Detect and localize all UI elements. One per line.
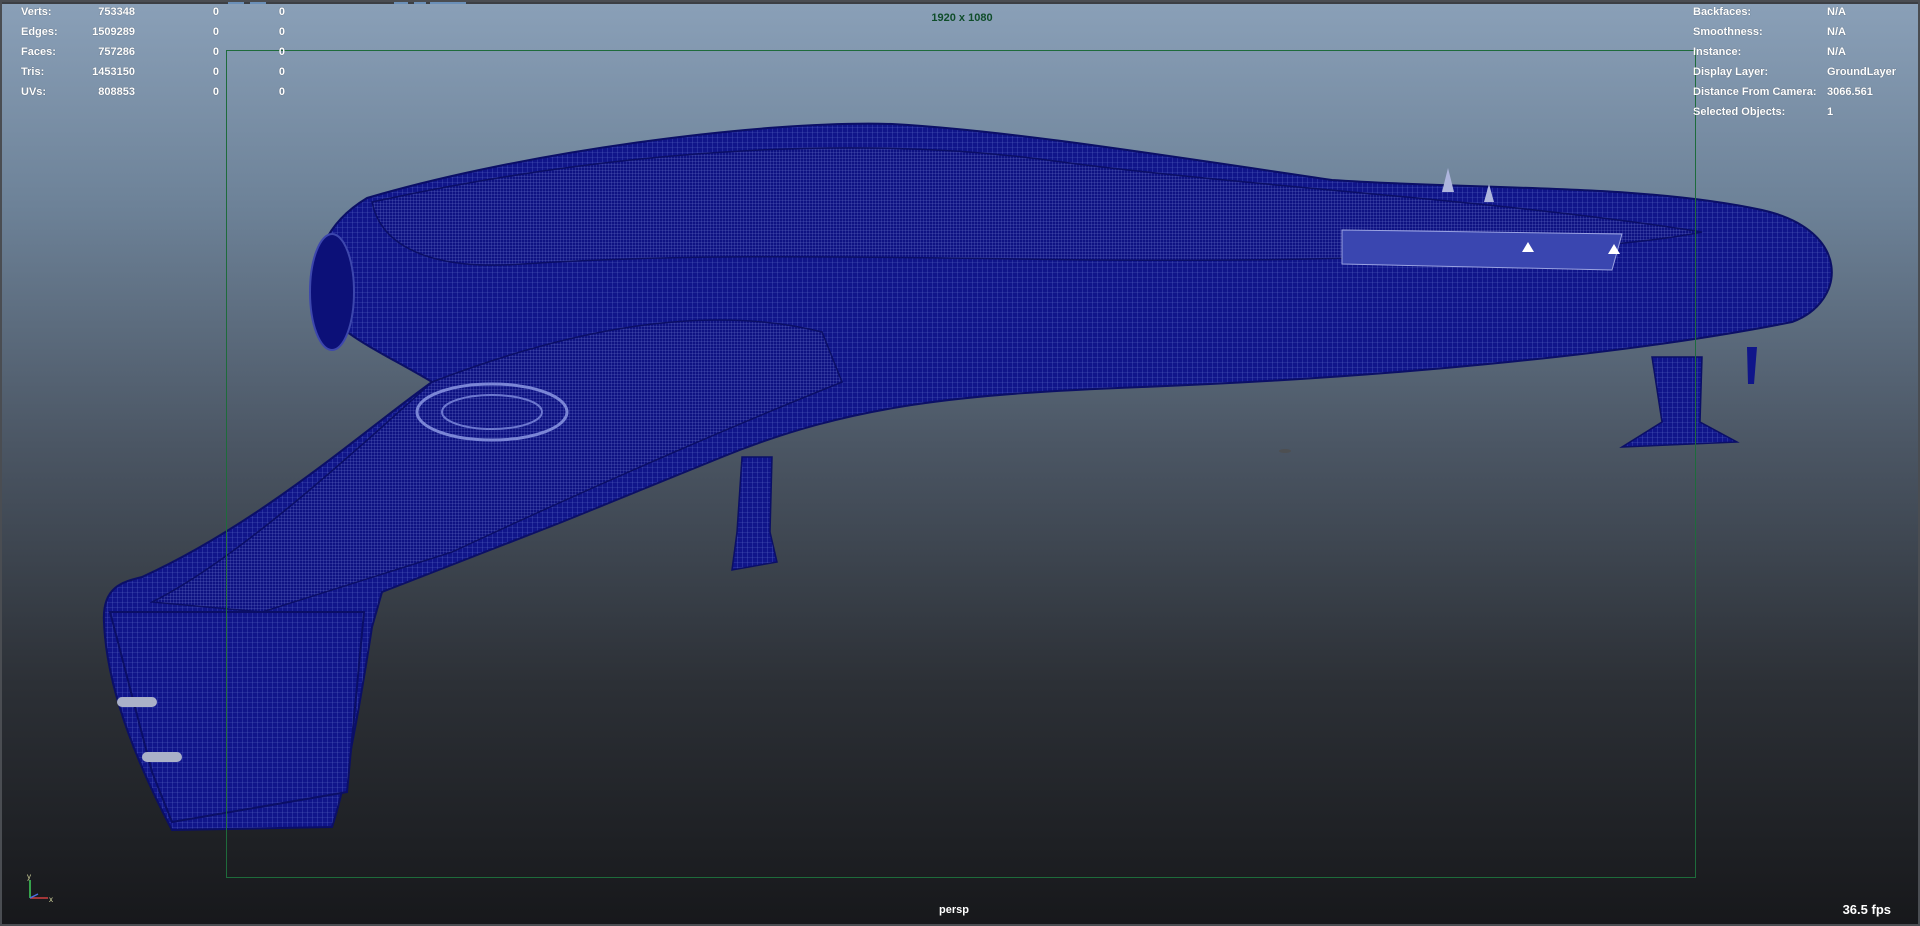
fps-counter: 36.5 fps xyxy=(1842,902,1891,917)
hud-selected: 0 xyxy=(212,46,219,58)
hud-value: 1 xyxy=(1827,106,1834,118)
hud-row-selected-objects: Selected Objects: 1 xyxy=(1693,102,1918,122)
hud-label: Instance: xyxy=(1693,46,1742,58)
hud-total: 808853 xyxy=(98,86,135,98)
hud-selected: 0 xyxy=(212,6,219,18)
hud-value: N/A xyxy=(1827,46,1846,58)
hud-value: N/A xyxy=(1827,6,1846,18)
hud-label: Verts: xyxy=(21,6,52,18)
hud-row-smoothness: Smoothness: N/A xyxy=(1693,22,1918,42)
poly-count-hud: Verts: 753348 0 0 Edges: 1509289 0 0 Fac… xyxy=(21,2,285,102)
hud-value: 3066.561 xyxy=(1827,86,1873,98)
object-details-hud: Backfaces: N/A Smoothness: N/A Instance:… xyxy=(1693,2,1918,122)
hud-row-uvs: UVs: 808853 0 0 xyxy=(21,82,285,102)
hud-components: 0 xyxy=(278,6,285,18)
hud-components: 0 xyxy=(278,46,285,58)
hud-row-faces: Faces: 757286 0 0 xyxy=(21,42,285,62)
resolution-gate-label: 1920 x 1080 xyxy=(931,12,993,24)
hud-row-instance: Instance: N/A xyxy=(1693,42,1918,62)
hud-label: Faces: xyxy=(21,46,56,58)
camera-name-label: persp xyxy=(939,904,969,916)
hud-label: Backfaces: xyxy=(1693,6,1752,18)
hud-total: 753348 xyxy=(98,6,135,18)
hud-total: 1509289 xyxy=(92,26,135,38)
hud-total: 757286 xyxy=(98,46,135,58)
hud-label: Tris: xyxy=(21,66,45,78)
viewport-panel[interactable]: 1920 x 1080 Verts: 753348 0 0 Edges: 150… xyxy=(0,0,1920,926)
hud-label: UVs: xyxy=(21,86,47,98)
hud-total: 1453150 xyxy=(92,66,135,78)
hud-value: GroundLayer xyxy=(1827,66,1897,78)
hud-components: 0 xyxy=(278,26,285,38)
hud-label: Edges: xyxy=(21,26,58,38)
resolution-gate xyxy=(226,50,1696,878)
hud-row-tris: Tris: 1453150 0 0 xyxy=(21,62,285,82)
axis-x-label: x xyxy=(49,895,53,904)
hud-label: Selected Objects: xyxy=(1693,106,1786,118)
axis-y-label: y xyxy=(27,872,31,881)
hud-components: 0 xyxy=(278,86,285,98)
hud-row-backfaces: Backfaces: N/A xyxy=(1693,2,1918,22)
hud-label: Distance From Camera: xyxy=(1693,86,1817,98)
view-axis-icon: y x xyxy=(27,872,53,904)
hud-selected: 0 xyxy=(212,86,219,98)
hud-row-edges: Edges: 1509289 0 0 xyxy=(21,22,285,42)
hud-value: N/A xyxy=(1827,26,1846,38)
hud-row-display-layer: Display Layer: GroundLayer xyxy=(1693,62,1918,82)
hud-label: Smoothness: xyxy=(1693,26,1763,38)
hud-row-verts: Verts: 753348 0 0 xyxy=(21,2,285,22)
hud-row-distance: Distance From Camera: 3066.561 xyxy=(1693,82,1918,102)
hud-label: Display Layer: xyxy=(1693,66,1769,78)
hud-selected: 0 xyxy=(212,26,219,38)
hud-selected: 0 xyxy=(212,66,219,78)
hud-components: 0 xyxy=(278,66,285,78)
